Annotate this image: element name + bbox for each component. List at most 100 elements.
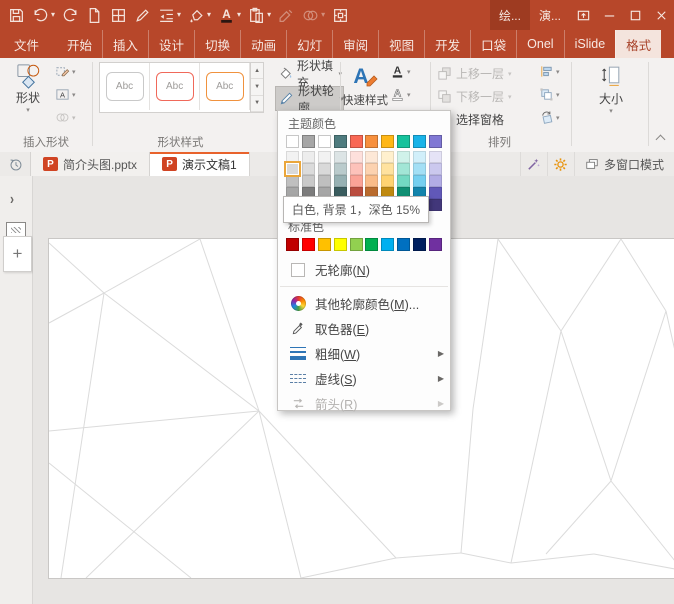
bring-forward-button[interactable]: 上移一层 ▾ [437,63,512,84]
document-tab[interactable]: P简介头图.pptx [31,152,150,176]
theme-color-swatch[interactable] [302,135,315,148]
group-button[interactable]: ▾ [539,87,560,102]
theme-color-swatch[interactable] [334,135,347,148]
tell-me-box[interactable]: 告诉我... [665,30,674,58]
grid-button[interactable] [110,7,127,24]
theme-tint-swatch[interactable] [381,175,394,187]
merge-shapes-button[interactable]: ▾ [55,110,76,125]
menu-item-其他轮廓颜色[interactable]: 其他轮廓颜色(M)... [278,291,450,316]
theme-tint-swatch[interactable] [365,151,378,163]
font-color-button[interactable]: A▾ [218,7,241,24]
tab-iSlide[interactable]: iSlide [564,30,616,58]
tab-设计[interactable]: 设计 [148,30,194,58]
theme-tint-swatch[interactable] [429,151,442,163]
undo-button[interactable]: ▾ [32,7,55,24]
ribbon-display-options-button[interactable] [570,0,596,30]
tab-插入[interactable]: 插入 [102,30,148,58]
theme-tint-swatch[interactable] [429,163,442,175]
paste-button[interactable]: ▾ [248,7,271,24]
fit-window-button[interactable] [332,7,349,24]
theme-tint-swatch[interactable] [397,163,410,175]
gallery-scroll-down[interactable]: ▼ [251,79,263,95]
theme-tint-swatch[interactable] [413,151,426,163]
format-painter-button[interactable] [278,7,295,24]
gallery-more[interactable]: ▼ [251,96,263,112]
standard-color-swatch[interactable] [286,238,299,251]
standard-color-swatch[interactable] [350,238,363,251]
menu-item-虚线[interactable]: 虚线(S)▶ [278,366,450,391]
theme-tint-swatch[interactable] [429,175,442,187]
theme-tint-swatch[interactable] [413,175,426,187]
rotate-button[interactable]: ▾ [539,110,560,125]
align-button[interactable]: ▾ [539,64,560,79]
shape-style-swatch[interactable]: Abc [150,63,200,110]
standard-color-swatch[interactable] [429,238,442,251]
theme-tint-swatch[interactable] [397,151,410,163]
save-button[interactable] [8,7,25,24]
theme-tint-swatch[interactable] [350,175,363,187]
theme-tint-swatch[interactable] [286,175,299,187]
expand-panel-chevron[interactable]: › [10,190,14,208]
theme-tint-swatch[interactable] [429,187,442,199]
theme-tint-swatch[interactable] [413,163,426,175]
theme-tint-swatch[interactable] [334,175,347,187]
theme-tint-swatch[interactable] [334,151,347,163]
tab-视图[interactable]: 视图 [378,30,424,58]
shape-style-swatch[interactable]: Abc [200,63,250,110]
theme-tint-swatch[interactable] [302,175,315,187]
size-button[interactable]: 大小 ▾ [585,63,637,115]
tab-切换[interactable]: 切换 [194,30,240,58]
theme-color-swatch[interactable] [413,135,426,148]
theme-color-swatch[interactable] [365,135,378,148]
theme-tint-swatch[interactable] [286,151,299,163]
quick-styles-button[interactable]: A 快速样式 [344,62,386,108]
theme-tint-swatch[interactable] [302,151,315,163]
new-slide-button[interactable]: + [3,236,32,272]
tab-开发[interactable]: 开发 [424,30,470,58]
theme-tint-swatch[interactable] [350,151,363,163]
theme-tint-swatch[interactable] [381,151,394,163]
collapse-ribbon-chevron[interactable] [655,134,667,142]
text-box-button[interactable]: A ▾ [55,87,76,102]
theme-tint-swatch[interactable] [365,175,378,187]
shape-style-swatch[interactable]: Abc [100,63,150,110]
text-fill-button[interactable]: A ▾ [390,64,411,79]
standard-color-swatch[interactable] [413,238,426,251]
tab-格式[interactable]: 格式 [615,30,661,58]
tab-口袋[interactable]: 口袋 [470,30,516,58]
theme-tint-swatch[interactable] [318,175,331,187]
indent-button[interactable]: ▾ [158,7,181,24]
theme-tint-swatch[interactable] [350,163,363,175]
theme-tint-swatch[interactable] [318,151,331,163]
theme-color-swatch[interactable] [429,135,442,148]
standard-color-swatch[interactable] [318,238,331,251]
theme-color-swatch[interactable] [286,135,299,148]
theme-tint-swatch[interactable] [302,163,315,175]
theme-tint-swatch[interactable] [397,175,410,187]
tab-幻灯[interactable]: 幻灯 [286,30,332,58]
send-backward-button[interactable]: 下移一层 ▾ [437,86,512,107]
gallery-scroll-up[interactable]: ▲ [251,63,263,79]
edit-shape-button[interactable]: ▾ [55,64,76,79]
theme-color-swatch[interactable] [397,135,410,148]
minimize-button[interactable] [596,0,622,30]
shapes-button[interactable]: 形状 ▾ [6,62,50,114]
theme-tint-swatch[interactable] [381,163,394,175]
redo-button[interactable] [62,7,79,24]
theme-tint-swatch[interactable] [286,163,299,175]
menu-item-无轮廓[interactable]: 无轮廓(N) [278,257,450,282]
titlebar-doc-draw[interactable]: 绘... [490,0,530,30]
merge-circles-button[interactable]: ▾ [302,7,325,24]
multi-window-mode-button[interactable]: 多窗口模式 [574,152,674,176]
shape-outline-button[interactable]: 形状轮廓▾ [275,86,344,111]
menu-item-箭头[interactable]: 箭头(R)▶ [278,391,450,416]
tab-动画[interactable]: 动画 [240,30,286,58]
text-outline-button[interactable]: A ▾ [390,87,411,102]
new-file-button[interactable] [86,7,103,24]
settings-gear-button[interactable] [547,152,574,176]
ink-button[interactable]: ▾ [188,7,211,24]
tab-审阅[interactable]: 审阅 [332,30,378,58]
wand-button[interactable] [520,152,547,176]
theme-color-swatch[interactable] [318,135,331,148]
standard-color-swatch[interactable] [302,238,315,251]
